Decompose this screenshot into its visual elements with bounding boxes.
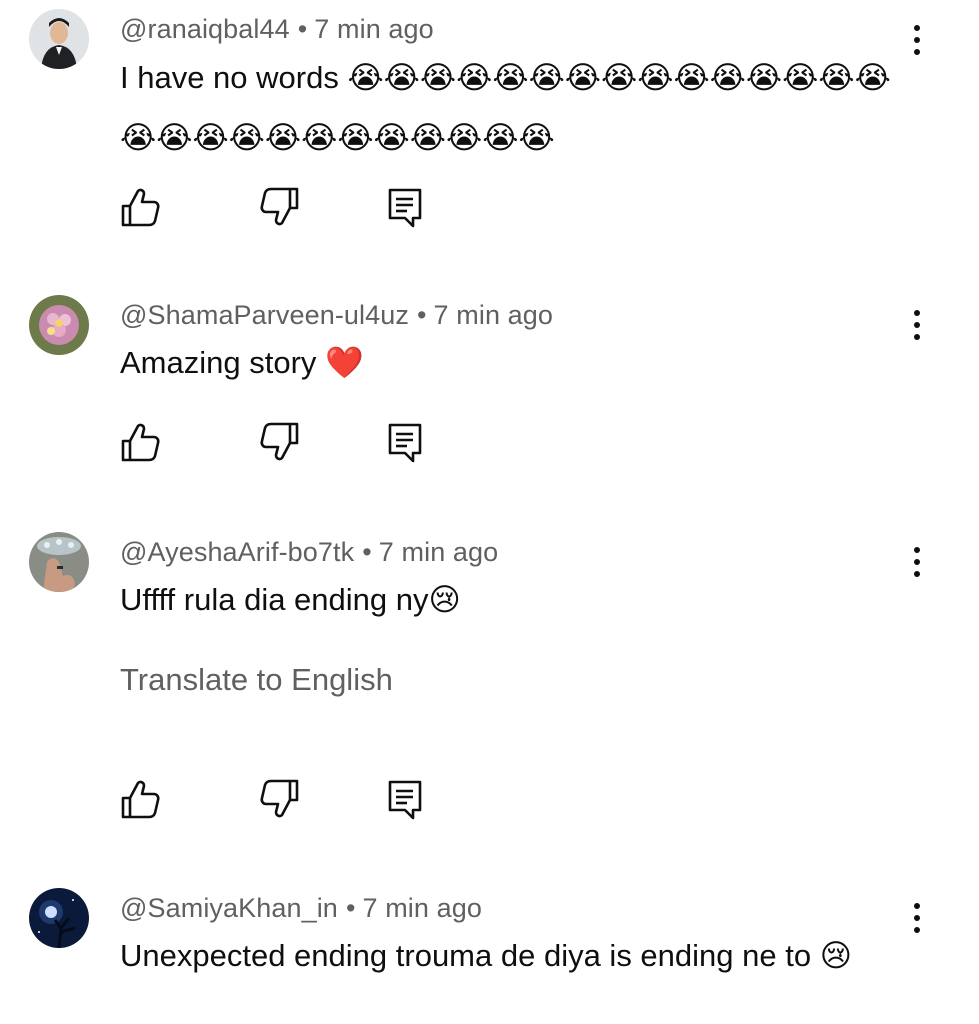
comment-author[interactable]: @AyeshaArif-bo7tk xyxy=(120,537,354,567)
comment-text: Uffff rula dia ending ny😢 xyxy=(120,582,461,617)
meta-separator: • xyxy=(416,300,427,330)
comment-meta: @SamiyaKhan_in • 7 min ago xyxy=(120,893,482,924)
comment-actions xyxy=(0,777,979,821)
dislike-button[interactable] xyxy=(258,185,302,229)
dislike-button[interactable] xyxy=(258,420,302,464)
avatar[interactable] xyxy=(29,295,89,355)
avatar[interactable] xyxy=(29,888,89,948)
comment-actions xyxy=(0,420,979,464)
like-button[interactable] xyxy=(118,777,162,821)
more-vertical-icon[interactable] xyxy=(904,898,930,938)
avatar[interactable] xyxy=(29,532,89,592)
comment-actions xyxy=(0,185,979,229)
meta-separator: • xyxy=(345,893,356,923)
reply-button[interactable] xyxy=(383,420,427,464)
comment-text: Unexpected ending trouma de diya is endi… xyxy=(120,938,853,973)
comment-time: 7 min ago xyxy=(362,893,482,923)
dislike-button[interactable] xyxy=(258,777,302,821)
comment-time: 7 min ago xyxy=(433,300,554,330)
reply-comment-icon xyxy=(383,185,427,229)
comment-author[interactable]: @ranaiqbal44 xyxy=(120,14,290,44)
comment-text: Amazing story ❤️ xyxy=(120,345,364,380)
comment-meta: @ShamaParveen-ul4uz • 7 min ago xyxy=(120,300,553,331)
thumb-up-icon xyxy=(118,185,162,229)
like-button[interactable] xyxy=(118,420,162,464)
thumb-down-icon xyxy=(258,777,302,821)
comment-author[interactable]: @ShamaParveen-ul4uz xyxy=(120,300,409,330)
reply-button[interactable] xyxy=(383,777,427,821)
meta-separator: • xyxy=(362,537,372,567)
thumb-up-icon xyxy=(118,420,162,464)
thumb-down-icon xyxy=(258,185,302,229)
reply-comment-icon xyxy=(383,777,427,821)
comment-meta: @AyeshaArif-bo7tk • 7 min ago xyxy=(120,537,498,568)
meta-separator: • xyxy=(297,14,308,44)
comment-author[interactable]: @SamiyaKhan_in xyxy=(120,893,338,923)
comment-text: I have no words 😭😭😭😭😭😭😭😭😭😭😭😭😭😭😭😭😭😭😭😭😭😭😭😭… xyxy=(120,60,891,155)
like-button[interactable] xyxy=(118,185,162,229)
thumb-up-icon xyxy=(118,777,162,821)
avatar[interactable] xyxy=(29,9,89,69)
comment-time: 7 min ago xyxy=(378,537,499,567)
thumb-down-icon xyxy=(258,420,302,464)
comment-time: 7 min ago xyxy=(314,14,434,44)
reply-comment-icon xyxy=(383,420,427,464)
reply-button[interactable] xyxy=(383,185,427,229)
comment-meta: @ranaiqbal44 • 7 min ago xyxy=(120,14,434,45)
translate-link[interactable]: Translate to English xyxy=(120,662,393,698)
